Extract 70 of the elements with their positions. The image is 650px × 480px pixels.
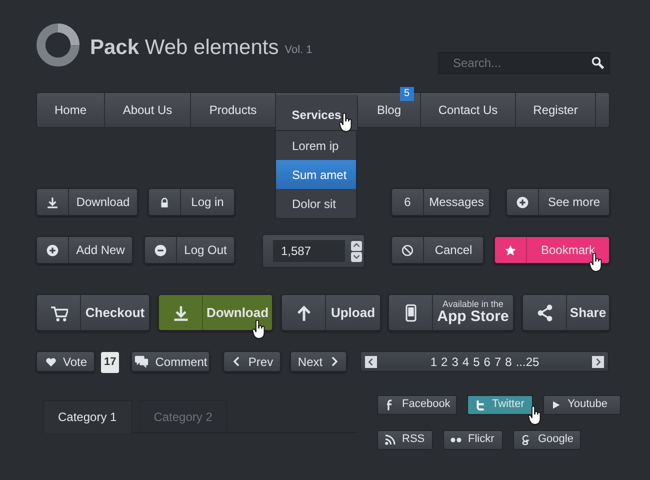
- logo-subtitle: Vol. 1: [284, 43, 312, 58]
- page-link[interactable]: ...25: [514, 352, 542, 370]
- plus-icon: [516, 196, 529, 208]
- count-label: 6: [392, 189, 424, 215]
- page-link[interactable]: 8: [503, 352, 514, 370]
- button[interactable]: Share: [522, 294, 610, 331]
- heart-icon: [45, 356, 57, 368]
- social-button[interactable]: Flickr: [443, 430, 503, 450]
- number-field[interactable]: 1,587: [273, 240, 345, 262]
- dropdown-item[interactable]: Sum amet: [276, 160, 356, 189]
- logo-title: Pack Web elements: [90, 35, 279, 61]
- page-link[interactable]: 3: [450, 352, 460, 370]
- page-link[interactable]: 5: [471, 352, 482, 370]
- search-field[interactable]: Search...: [438, 52, 610, 74]
- ring-logo-icon: [36, 23, 80, 67]
- tab[interactable]: Category 1: [43, 400, 132, 432]
- app-store-button[interactable]: Available in the App Store: [388, 294, 514, 331]
- next-page-button[interactable]: [592, 356, 604, 368]
- nav-item[interactable]: Contact Us: [421, 93, 516, 127]
- vote-button[interactable]: Vote: [36, 351, 95, 372]
- social-button[interactable]: Youtube: [542, 394, 621, 414]
- download-icon: [46, 196, 59, 208]
- button[interactable]: 6 Messages: [391, 188, 490, 216]
- decrement-button[interactable]: [351, 252, 362, 262]
- button[interactable]: Download: [36, 188, 138, 216]
- button[interactable]: Cancel: [391, 236, 484, 264]
- button[interactable]: Log Out: [144, 236, 235, 264]
- count-badge: 17: [101, 352, 120, 372]
- plus-icon: [46, 244, 59, 256]
- rss-icon: [384, 434, 396, 446]
- search-icon[interactable]: [591, 56, 605, 70]
- download-icon: [172, 304, 190, 322]
- twitter-icon: [474, 398, 486, 410]
- social-button[interactable]: Google: [513, 430, 581, 450]
- star-icon: [504, 244, 517, 256]
- button[interactable]: Prev: [223, 351, 282, 372]
- search-input[interactable]: Search...: [451, 53, 591, 73]
- page-link[interactable]: 4: [460, 352, 472, 370]
- nav-item[interactable]: Register: [516, 93, 596, 127]
- count-badge: 5: [400, 87, 414, 101]
- dropdown-item[interactable]: Dolor sit: [276, 189, 356, 218]
- comment-icon: [134, 354, 150, 369]
- google-icon: [520, 434, 532, 446]
- previous-page-button[interactable]: [365, 356, 378, 368]
- share-icon: [536, 304, 554, 322]
- page-link[interactable]: 6: [482, 352, 492, 370]
- cart-icon: [50, 304, 68, 322]
- page-link[interactable]: 1: [428, 352, 439, 370]
- button[interactable]: See more: [506, 188, 610, 216]
- nav-item[interactable]: Home: [37, 93, 105, 127]
- caption-label: Available in the: [442, 300, 504, 310]
- button[interactable]: Upload: [281, 294, 381, 331]
- store-label: App Store: [437, 309, 509, 326]
- up-chevron-icon: [352, 241, 361, 250]
- nav-item[interactable]: About Us: [105, 93, 191, 127]
- cancel-icon: [401, 244, 414, 256]
- page-link[interactable]: 7: [492, 352, 504, 370]
- number-spinner[interactable]: 1,587: [262, 234, 365, 268]
- button[interactable]: Next: [290, 351, 348, 372]
- down-chevron-icon: [352, 252, 361, 261]
- button[interactable]: Add New: [36, 236, 133, 264]
- minus-icon: [154, 244, 167, 256]
- button[interactable]: Log in: [148, 188, 235, 216]
- page-link[interactable]: 2: [439, 352, 450, 370]
- button[interactable]: Checkout: [36, 294, 150, 331]
- social-button[interactable]: Facebook: [377, 394, 457, 414]
- button[interactable]: Comment: [131, 351, 210, 372]
- increment-button[interactable]: [351, 240, 362, 250]
- social-button[interactable]: RSS: [377, 430, 433, 450]
- up-arrow-icon: [294, 304, 312, 322]
